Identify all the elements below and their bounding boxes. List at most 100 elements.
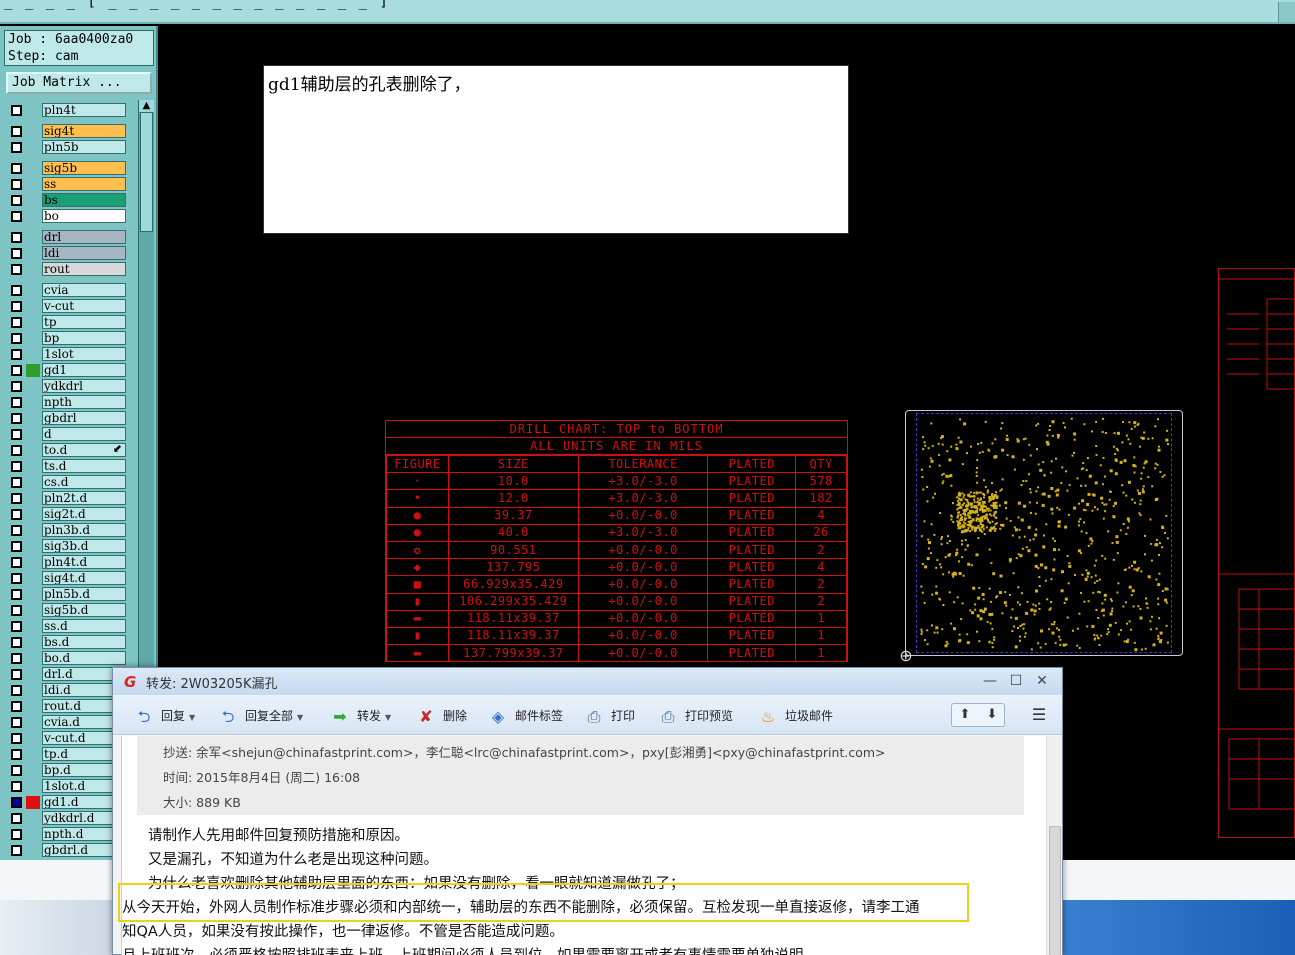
layer-name[interactable]: ts.d <box>42 459 126 473</box>
delete-button[interactable]: ✘ 删除 <box>415 705 467 727</box>
layer-row[interactable]: npth <box>6 394 130 410</box>
layer-name[interactable]: bo.d <box>42 651 126 665</box>
layer-name[interactable]: ss <box>42 177 126 191</box>
layer-checkbox[interactable] <box>11 142 22 153</box>
layer-checkbox[interactable] <box>11 163 22 174</box>
forward-button[interactable]: ➡ 转发 ▼ <box>329 705 391 727</box>
layer-row[interactable]: gbdrl <box>6 410 130 426</box>
layer-row[interactable]: tp <box>6 314 130 330</box>
layer-name[interactable]: pln5b.d <box>42 587 126 601</box>
layer-name[interactable]: ss.d <box>42 619 126 633</box>
title-bar-button[interactable] <box>1278 2 1295 22</box>
layer-checkbox[interactable] <box>11 105 22 116</box>
layer-checkbox[interactable] <box>11 525 22 536</box>
layer-row[interactable]: bs <box>6 192 130 208</box>
layer-checkbox[interactable] <box>11 429 22 440</box>
print-preview-button[interactable]: ⎙ 打印预览 <box>657 705 733 727</box>
layer-row[interactable]: cs.d <box>6 474 130 490</box>
layer-checkbox[interactable] <box>11 557 22 568</box>
layer-row[interactable]: bo.d <box>6 650 130 666</box>
layer-name[interactable]: pln2t.d <box>42 491 126 505</box>
layer-checkbox[interactable] <box>11 477 22 488</box>
layer-row[interactable]: sig5b <box>6 160 130 176</box>
layer-row[interactable]: ldi <box>6 245 130 261</box>
layer-checkbox[interactable] <box>11 653 22 664</box>
previous-message-icon[interactable]: ⬆ <box>952 705 978 725</box>
layer-checkbox[interactable] <box>11 685 22 696</box>
layer-checkbox[interactable] <box>11 232 22 243</box>
more-menu-icon[interactable]: ☰ <box>1027 703 1051 727</box>
layer-checkbox[interactable] <box>11 589 22 600</box>
layer-name[interactable]: v-cut <box>42 299 126 313</box>
layer-name[interactable]: rout <box>42 262 126 276</box>
layer-name[interactable]: d <box>42 427 126 441</box>
layer-checkbox[interactable] <box>11 445 22 456</box>
layer-checkbox[interactable] <box>11 669 22 680</box>
layer-checkbox[interactable] <box>11 349 22 360</box>
layer-row[interactable]: 1slot <box>6 346 130 362</box>
layer-checkbox[interactable] <box>11 829 22 840</box>
layer-name[interactable]: sig5b <box>42 161 126 175</box>
layer-row[interactable]: bp <box>6 330 130 346</box>
layer-checkbox[interactable] <box>11 845 22 856</box>
pcb-board-view[interactable]: ⊕ <box>899 410 1183 665</box>
layer-name[interactable]: bp <box>42 331 126 345</box>
layer-row[interactable]: pln5b <box>6 139 130 155</box>
layer-row[interactable]: gd1 <box>6 362 130 378</box>
layer-checkbox[interactable] <box>11 749 22 760</box>
layer-checkbox[interactable] <box>11 195 22 206</box>
layer-checkbox[interactable] <box>11 813 22 824</box>
layer-row[interactable]: to.d ⬋ <box>6 442 130 458</box>
minimize-icon[interactable]: — <box>979 671 1001 691</box>
layer-checkbox[interactable] <box>11 381 22 392</box>
layer-name[interactable]: bs <box>42 193 126 207</box>
layer-name[interactable]: pln4t.d <box>42 555 126 569</box>
layer-row[interactable]: ydkdrl <box>6 378 130 394</box>
layer-name[interactable]: pln4t <box>42 103 126 117</box>
layer-name[interactable]: pln5b <box>42 140 126 154</box>
layer-checkbox[interactable] <box>11 605 22 616</box>
scroll-thumb[interactable] <box>140 112 153 232</box>
layer-row[interactable]: pln4t <box>6 102 130 118</box>
email-scrollbar[interactable] <box>1046 736 1062 955</box>
layer-row[interactable]: d <box>6 426 130 442</box>
layer-row[interactable]: bo <box>6 208 130 224</box>
layer-checkbox[interactable] <box>11 509 22 520</box>
layer-row[interactable]: sig4t <box>6 123 130 139</box>
scroll-up-arrow-icon[interactable]: ▲ <box>139 100 154 112</box>
layer-row[interactable]: pln4t.d <box>6 554 130 570</box>
layer-checkbox[interactable] <box>11 461 22 472</box>
layer-checkbox[interactable] <box>11 701 22 712</box>
layer-row[interactable]: v-cut <box>6 298 130 314</box>
layer-checkbox[interactable] <box>11 317 22 328</box>
layer-name[interactable]: sig4t <box>42 124 126 138</box>
maximize-icon[interactable]: ☐ <box>1005 671 1027 691</box>
layer-name[interactable]: sig2t.d <box>42 507 126 521</box>
layer-row[interactable]: ss.d <box>6 618 130 634</box>
layer-checkbox[interactable] <box>11 637 22 648</box>
layer-row[interactable]: sig4t.d <box>6 570 130 586</box>
layer-row[interactable]: rout <box>6 261 130 277</box>
layer-name[interactable]: pln3b.d <box>42 523 126 537</box>
layer-checkbox[interactable] <box>11 797 22 808</box>
layer-name[interactable]: tp <box>42 315 126 329</box>
email-scroll-thumb[interactable] <box>1049 826 1061 955</box>
layer-name[interactable]: bs.d <box>42 635 126 649</box>
reply-all-button[interactable]: ⮌ 回复全部 ▼ <box>217 705 304 727</box>
layer-checkbox[interactable] <box>11 541 22 552</box>
layer-row[interactable]: bs.d <box>6 634 130 650</box>
layer-checkbox[interactable] <box>11 573 22 584</box>
reply-button[interactable]: ⮌ 回复 ▼ <box>133 705 196 727</box>
layer-name[interactable]: sig3b.d <box>42 539 126 553</box>
layer-row[interactable]: sig5b.d <box>6 602 130 618</box>
layer-name[interactable]: gbdrl <box>42 411 126 425</box>
layer-name[interactable]: gd1 <box>42 363 126 377</box>
close-icon[interactable]: ✕ <box>1031 671 1053 691</box>
layer-name[interactable]: ydkdrl <box>42 379 126 393</box>
layer-name[interactable]: drl <box>42 230 126 244</box>
layer-row[interactable]: sig3b.d <box>6 538 130 554</box>
print-button[interactable]: ⎙ 打印 <box>583 705 635 727</box>
layer-name[interactable]: bo <box>42 209 126 223</box>
layer-checkbox[interactable] <box>11 285 22 296</box>
layer-checkbox[interactable] <box>11 733 22 744</box>
